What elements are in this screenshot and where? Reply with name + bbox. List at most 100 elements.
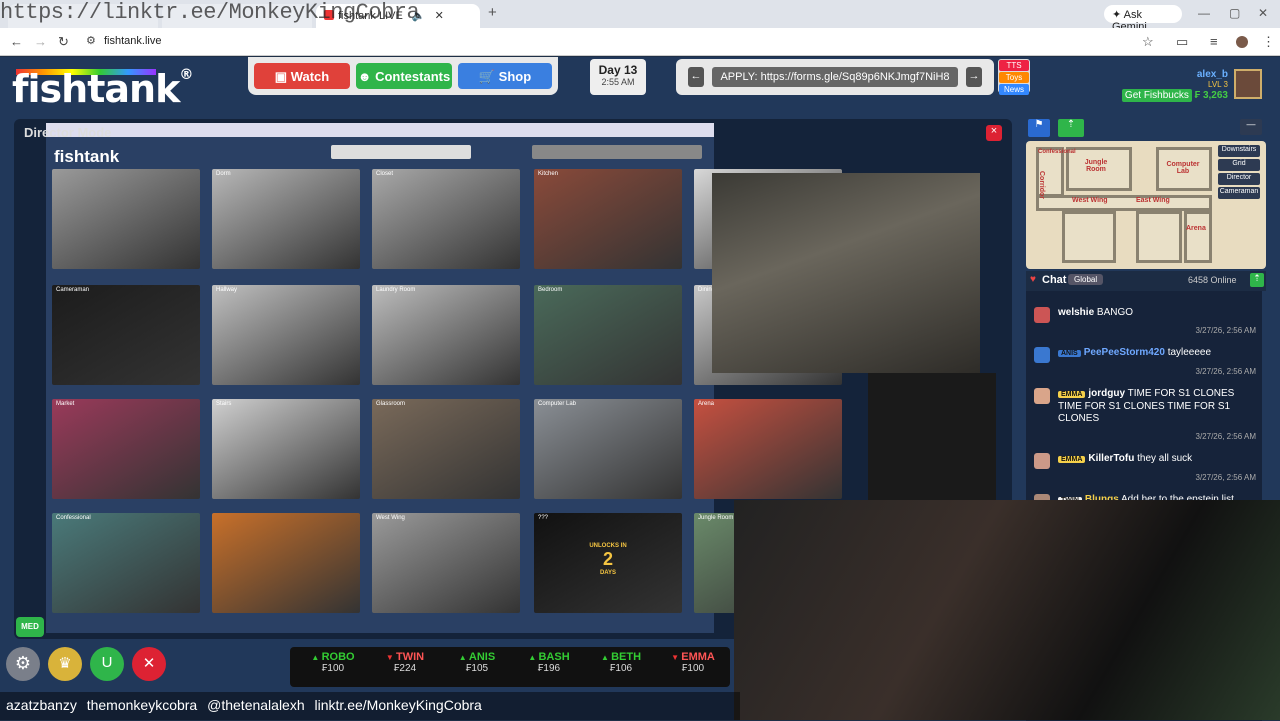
- chat-username[interactable]: jordguy: [1088, 388, 1125, 399]
- camera-label: Hallway: [216, 287, 238, 293]
- close-director-button[interactable]: ×: [986, 125, 1002, 141]
- camera-tile[interactable]: Market: [52, 399, 200, 499]
- arrow-up-icon: ▲: [528, 653, 539, 662]
- camera-tile[interactable]: Dorm: [212, 169, 360, 269]
- close-window-icon[interactable]: ✕: [1258, 6, 1268, 20]
- reload-icon[interactable]: ↻: [58, 34, 69, 50]
- chat-scope-toggle[interactable]: Global: [1068, 274, 1104, 285]
- arena-room[interactable]: [1184, 211, 1212, 263]
- news-link[interactable]: News: [999, 84, 1029, 95]
- camera-label: Glassroom: [376, 401, 406, 407]
- tts-link[interactable]: TTS: [999, 60, 1029, 71]
- prev-announcement-button[interactable]: ←: [688, 67, 704, 87]
- contestants-icon: ☻: [357, 69, 376, 84]
- crown-icon[interactable]: ♛: [48, 647, 82, 681]
- back-icon[interactable]: ←: [10, 34, 23, 49]
- house-map: Jungle Room Computer Lab Corridor West W…: [1026, 141, 1266, 269]
- director-button[interactable]: Director: [1218, 173, 1260, 185]
- chat-username[interactable]: welshie: [1058, 307, 1094, 318]
- camera-tile[interactable]: West Wing: [372, 513, 520, 613]
- med-badge[interactable]: MED: [16, 617, 44, 637]
- contestant-price[interactable]: ▼ EMMA ₣100: [658, 651, 728, 674]
- camera-label: Stairs: [216, 401, 232, 407]
- map-label-arena: Arena: [1186, 225, 1206, 232]
- west-wing-room[interactable]: [1062, 211, 1116, 263]
- camera-tile[interactable]: Hallway: [212, 285, 360, 385]
- facecam-overlay: [712, 173, 980, 373]
- apply-link[interactable]: APPLY: https://forms.gle/Sq89p6NKJmgf7Ni…: [712, 67, 958, 87]
- new-tab-icon[interactable]: +: [488, 4, 497, 21]
- camera-tile[interactable]: Kitchen: [534, 169, 682, 269]
- maximize-icon[interactable]: ▢: [1229, 6, 1240, 20]
- site-info-icon[interactable]: ⚙: [86, 34, 96, 47]
- chat-title: Chat: [1042, 274, 1067, 286]
- tools-icon[interactable]: ✕: [132, 647, 166, 681]
- magnet-icon[interactable]: U: [90, 647, 124, 681]
- grid-button[interactable]: Grid: [1218, 159, 1260, 171]
- contestant-price-value: ₣100: [681, 663, 705, 674]
- camera-tile[interactable]: Arena: [694, 399, 842, 499]
- chat-message[interactable]: EMMA jordguy TIME FOR S1 CLONES TIME FOR …: [1026, 386, 1262, 445]
- chat-message[interactable]: welshie BANGO 3/27/26, 2:56 AM: [1026, 305, 1262, 339]
- toys-link[interactable]: Toys: [999, 72, 1029, 83]
- downstairs-button[interactable]: Downstairs: [1218, 145, 1260, 157]
- camera-tile[interactable]: Stairs: [212, 399, 360, 499]
- user-avatar[interactable]: [1234, 69, 1262, 99]
- contestant-price[interactable]: ▲ ROBO ₣100: [298, 651, 368, 674]
- fishtank-logo[interactable]: fishtank®: [12, 67, 193, 111]
- chat-message[interactable]: ANIS PeePeeStorm420 tayleeeee 3/27/26, 2:5…: [1026, 345, 1262, 380]
- close-tab-icon[interactable]: ✕: [435, 10, 444, 22]
- contestant-name: ROBO: [321, 651, 355, 663]
- reading-list-icon[interactable]: ≡: [1210, 34, 1218, 49]
- bookmark-star-icon[interactable]: ☆: [1142, 34, 1154, 50]
- camera-tile[interactable]: Computer Lab: [534, 399, 682, 499]
- menu-kebab-icon[interactable]: ⋮: [1262, 34, 1275, 50]
- forward-icon[interactable]: →: [34, 34, 47, 49]
- camera-label: Dorm: [216, 171, 231, 177]
- url-field[interactable]: fishtank.live: [104, 35, 161, 47]
- get-fishbucks-button[interactable]: Get Fishbucks: [1121, 89, 1192, 102]
- chat-expand-icon[interactable]: ⇡: [1250, 273, 1264, 287]
- next-announcement-button[interactable]: →: [966, 67, 982, 87]
- contestant-stock-ticker: ▲ ROBO ₣100 ▼ TWIN ₣224 ▲ ANIS ₣105 ▲ BASH ₣196…: [290, 647, 730, 687]
- stream-overlay-url: https://linktr.ee/MonkeyKingCobra: [0, 0, 420, 25]
- username[interactable]: alex_b: [1120, 69, 1228, 80]
- shop-button[interactable]: 🛒 Shop: [458, 63, 552, 89]
- camera-tile[interactable]: Bedroom: [534, 285, 682, 385]
- director-tab-icon[interactable]: ⚑: [1028, 119, 1050, 137]
- cameraman-button[interactable]: Cameraman: [1218, 187, 1260, 199]
- camera-tile[interactable]: [212, 513, 360, 613]
- contestant-price[interactable]: ▲ BASH ₣196: [514, 651, 584, 674]
- camera-tile[interactable]: ??? UNLOCKS IN 2 DAYS: [534, 513, 682, 613]
- collapse-icon[interactable]: —: [1240, 119, 1262, 135]
- camera-label: Cameraman: [56, 287, 90, 293]
- chat-avatar[interactable]: [1034, 307, 1050, 323]
- watch-button[interactable]: ▣ Watch: [254, 63, 350, 89]
- east-wing-room[interactable]: [1136, 211, 1182, 263]
- cast-icon[interactable]: ▭: [1176, 34, 1188, 50]
- contestant-price[interactable]: ▲ ANIS ₣105: [442, 651, 512, 674]
- chat-avatar[interactable]: [1034, 347, 1050, 363]
- camera-tile[interactable]: [52, 169, 200, 269]
- contestant-price[interactable]: ▼ TWIN ₣224: [370, 651, 440, 674]
- corridor-room[interactable]: [1036, 195, 1212, 211]
- camera-tile[interactable]: Confessional: [52, 513, 200, 613]
- arrow-up-tab-icon[interactable]: ⇡: [1058, 119, 1084, 137]
- day-label: Day 13: [598, 63, 638, 77]
- chat-username[interactable]: PeePeeStorm420: [1084, 347, 1165, 358]
- camera-tile[interactable]: Glassroom: [372, 399, 520, 499]
- chat-message[interactable]: EMMA KillerTofu they all suck 3/27/26, 2:5…: [1026, 451, 1262, 486]
- camera-label: Market: [56, 401, 75, 407]
- camera-tile[interactable]: Laundry Room: [372, 285, 520, 385]
- chat-avatar[interactable]: [1034, 388, 1050, 404]
- camera-tile[interactable]: Cameraman: [52, 285, 200, 385]
- minimize-icon[interactable]: —: [1198, 6, 1210, 20]
- profile-avatar[interactable]: [1236, 36, 1248, 48]
- camera-tile[interactable]: Closet: [372, 169, 520, 269]
- contestant-price[interactable]: ▲ BETH ₣106: [586, 651, 656, 674]
- contestants-button[interactable]: ☻ Contestants: [356, 63, 452, 89]
- chat-username[interactable]: KillerTofu: [1088, 453, 1134, 464]
- chat-avatar[interactable]: [1034, 453, 1050, 469]
- settings-gear-icon[interactable]: ⚙: [6, 647, 40, 681]
- ask-gemini-button[interactable]: ✦ Ask Gemini: [1104, 5, 1182, 33]
